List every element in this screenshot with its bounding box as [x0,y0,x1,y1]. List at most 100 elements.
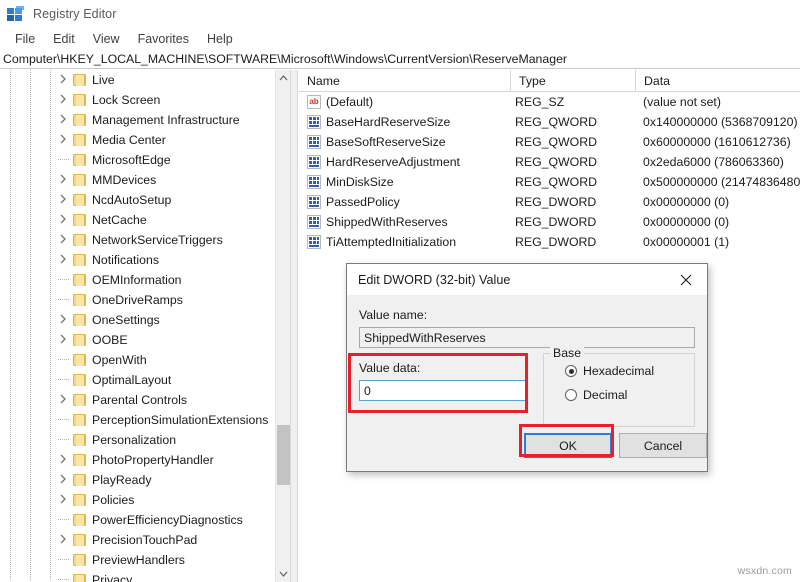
tree-item[interactable]: PhotoPropertyHandler [0,450,275,470]
tree-item-label: Personalization [92,431,176,449]
column-header-data[interactable]: Data [635,70,800,92]
tree-item[interactable]: NetCache [0,210,275,230]
tree-item[interactable]: Media Center [0,130,275,150]
tree-item[interactable]: OpenWith [0,350,275,370]
scroll-up-icon[interactable] [276,70,290,86]
close-icon[interactable] [665,264,707,295]
value-data-input[interactable]: 0 [359,380,527,401]
tree-item[interactable]: Notifications [0,250,275,270]
binary-value-icon [307,175,321,189]
registry-tree[interactable]: LiveLock ScreenManagement Infrastructure… [0,70,275,582]
tree-item[interactable]: PowerEfficiencyDiagnostics [0,510,275,530]
chevron-right-icon[interactable] [58,174,70,186]
tree-item[interactable]: PerceptionSimulationExtensions [0,410,275,430]
chevron-right-icon[interactable] [58,494,70,506]
tree-leaf-connector [58,579,69,580]
value-row[interactable]: TiAttemptedInitializationREG_DWORD0x0000… [299,232,800,252]
value-row[interactable]: BaseSoftReserveSizeREG_QWORD0x60000000 (… [299,132,800,152]
tree-item[interactable]: OneDriveRamps [0,290,275,310]
chevron-right-icon[interactable] [58,114,70,126]
registry-path: Computer\HKEY_LOCAL_MACHINE\SOFTWARE\Mic… [3,52,567,66]
value-row[interactable]: PassedPolicyREG_DWORD0x00000000 (0) [299,192,800,212]
chevron-right-icon[interactable] [58,234,70,246]
tree-item[interactable]: MMDevices [0,170,275,190]
chevron-right-icon[interactable] [58,334,70,346]
menu-item-view[interactable]: View [84,30,129,48]
chevron-right-icon[interactable] [58,314,70,326]
menu-bar: File Edit View Favorites Help [0,28,800,50]
radio-hexadecimal[interactable]: Hexadecimal [565,364,654,378]
tree-item-label: PrecisionTouchPad [92,531,197,549]
value-data-label: Value data: [359,361,420,375]
tree-item[interactable]: NcdAutoSetup [0,190,275,210]
binary-value-icon [307,135,321,149]
tree-item-label: OneSettings [92,311,160,329]
tree-item[interactable]: MicrosoftEdge [0,150,275,170]
tree-item[interactable]: Live [0,70,275,90]
tree-item[interactable]: NetworkServiceTriggers [0,230,275,250]
tree-item[interactable]: OEMInformation [0,270,275,290]
chevron-right-icon[interactable] [58,474,70,486]
radio-decimal-indicator [565,389,577,401]
string-value-icon: ab [307,95,321,109]
tree-item[interactable]: OOBE [0,330,275,350]
value-row[interactable]: MinDiskSizeREG_QWORD0x500000000 (2147483… [299,172,800,192]
tree-leaf-connector [58,379,69,380]
tree-item-label: Privacy [92,571,132,582]
value-data: 0x00000000 (0) [643,192,800,212]
chevron-right-icon[interactable] [58,454,70,466]
tree-item[interactable]: OneSettings [0,310,275,330]
folder-icon [73,114,86,126]
menu-item-edit[interactable]: Edit [44,30,84,48]
radio-hexadecimal-indicator [565,365,577,377]
chevron-right-icon[interactable] [58,74,70,86]
tree-item[interactable]: Parental Controls [0,390,275,410]
cancel-button[interactable]: Cancel [619,433,707,458]
tree-item[interactable]: PrecisionTouchPad [0,530,275,550]
folder-icon [73,294,86,306]
value-row[interactable]: BaseHardReserveSizeREG_QWORD0x140000000 … [299,112,800,132]
tree-item[interactable]: OptimalLayout [0,370,275,390]
tree-scrollbar-thumb[interactable] [277,425,290,485]
folder-icon [73,574,86,582]
chevron-right-icon[interactable] [58,394,70,406]
chevron-right-icon[interactable] [58,214,70,226]
value-row[interactable]: ShippedWithReservesREG_DWORD0x00000000 (… [299,212,800,232]
scroll-down-icon[interactable] [276,566,290,582]
tree-item[interactable]: Personalization [0,430,275,450]
tree-item-label: Lock Screen [92,91,160,109]
tree-item[interactable]: Policies [0,490,275,510]
chevron-right-icon[interactable] [58,194,70,206]
column-header-type[interactable]: Type [510,70,635,92]
tree-item[interactable]: Privacy [0,570,275,582]
value-row[interactable]: HardReserveAdjustmentREG_QWORD0x2eda6000… [299,152,800,172]
folder-icon [73,74,86,86]
tree-scrollbar[interactable] [275,70,290,582]
chevron-right-icon[interactable] [58,94,70,106]
tree-item-label: PlayReady [92,471,151,489]
chevron-right-icon[interactable] [58,134,70,146]
value-name-field[interactable]: ShippedWithReserves [359,327,695,348]
tree-item-label: PreviewHandlers [92,551,185,569]
tree-item-label: Notifications [92,251,159,269]
pane-splitter[interactable] [290,70,298,582]
tree-item[interactable]: Management Infrastructure [0,110,275,130]
radio-decimal[interactable]: Decimal [565,388,627,402]
chevron-right-icon[interactable] [58,254,70,266]
address-bar[interactable]: Computer\HKEY_LOCAL_MACHINE\SOFTWARE\Mic… [0,50,800,69]
tree-item[interactable]: PlayReady [0,470,275,490]
chevron-right-icon[interactable] [58,534,70,546]
value-name: BaseSoftReserveSize [326,132,508,152]
folder-icon [73,514,86,526]
column-header-name[interactable]: Name [299,70,510,92]
menu-item-help[interactable]: Help [198,30,242,48]
tree-item[interactable]: PreviewHandlers [0,550,275,570]
tree-leaf-connector [58,359,69,360]
menu-item-favorites[interactable]: Favorites [129,30,198,48]
value-name-label: Value name: [359,308,427,322]
value-data: 0x60000000 (1610612736) [643,132,800,152]
tree-item[interactable]: Lock Screen [0,90,275,110]
menu-item-file[interactable]: File [6,30,44,48]
value-row[interactable]: ab(Default)REG_SZ(value not set) [299,92,800,112]
ok-button[interactable]: OK [524,433,612,458]
